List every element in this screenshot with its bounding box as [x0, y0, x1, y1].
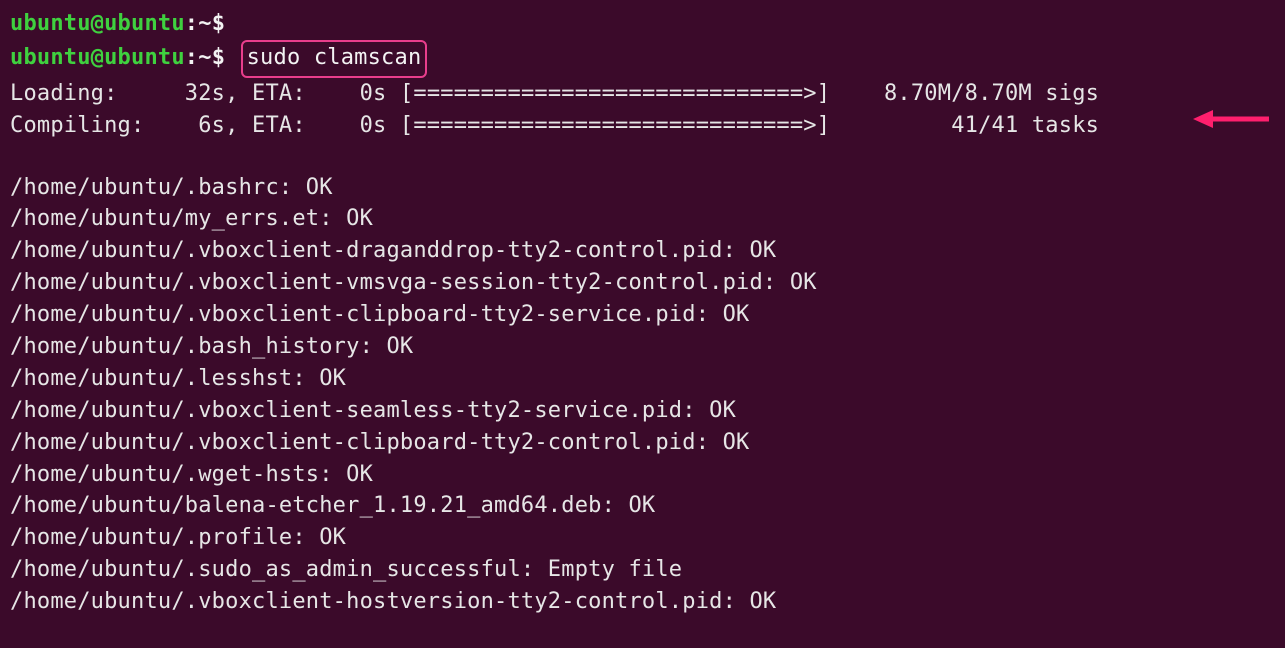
loading-row: Loading: 32s, ETA: 0s [=================…	[10, 78, 1275, 110]
compiling-status: 41/41 tasks	[951, 113, 1099, 138]
scan-result-line: /home/ubuntu/.vboxclient-hostversion-tty…	[10, 586, 1275, 618]
prompt-dollar: $	[212, 45, 225, 70]
scan-output-block: /home/ubuntu/.bashrc: OK/home/ubuntu/my_…	[10, 172, 1275, 618]
loading-eta: 0s	[360, 81, 387, 106]
scan-result-line: /home/ubuntu/balena-etcher_1.19.21_amd64…	[10, 490, 1275, 522]
scan-result-line: /home/ubuntu/.vboxclient-clipboard-tty2-…	[10, 299, 1275, 331]
prompt-colon: :	[185, 11, 198, 36]
prompt-line-command: ubuntu@ubuntu:~$ sudo clamscan	[10, 40, 1275, 78]
prompt-path: ~	[198, 45, 211, 70]
command-text[interactable]: sudo clamscan	[247, 45, 422, 70]
scan-result-line: /home/ubuntu/my_errs.et: OK	[10, 203, 1275, 235]
scan-result-line: /home/ubuntu/.lesshst: OK	[10, 363, 1275, 395]
compiling-eta-label: ETA:	[252, 113, 306, 138]
loading-elapsed: 32s	[185, 81, 225, 106]
compiling-eta: 0s	[360, 113, 387, 138]
scan-result-line: /home/ubuntu/.vboxclient-clipboard-tty2-…	[10, 427, 1275, 459]
loading-bar: [=============================>]	[400, 81, 830, 106]
loading-label: Loading:	[10, 81, 118, 106]
scan-result-line: /home/ubuntu/.bash_history: OK	[10, 331, 1275, 363]
scan-result-line: /home/ubuntu/.vboxclient-vmsvga-session-…	[10, 267, 1275, 299]
scan-result-line: /home/ubuntu/.sudo_as_admin_successful: …	[10, 554, 1275, 586]
compiling-label: Compiling:	[10, 113, 144, 138]
prompt-user-host: ubuntu@ubuntu	[10, 45, 185, 70]
compiling-bar: [=============================>]	[400, 113, 830, 138]
spacer	[10, 142, 1275, 172]
arrow-annotation-icon	[1193, 108, 1269, 130]
scan-result-line: /home/ubuntu/.profile: OK	[10, 522, 1275, 554]
prompt-dollar: $	[212, 11, 225, 36]
compiling-elapsed: 6s	[198, 113, 225, 138]
loading-status: 8.70M/8.70M sigs	[884, 81, 1099, 106]
prompt-colon: :	[185, 45, 198, 70]
loading-eta-label: ETA:	[252, 81, 306, 106]
command-highlight-box: sudo clamscan	[241, 40, 428, 78]
scan-result-line: /home/ubuntu/.wget-hsts: OK	[10, 459, 1275, 491]
prompt-path: ~	[198, 11, 211, 36]
scan-result-line: /home/ubuntu/.bashrc: OK	[10, 172, 1275, 204]
scan-result-line: /home/ubuntu/.vboxclient-seamless-tty2-s…	[10, 395, 1275, 427]
scan-result-line: /home/ubuntu/.vboxclient-draganddrop-tty…	[10, 235, 1275, 267]
prompt-user-host: ubuntu@ubuntu	[10, 11, 185, 36]
compiling-row: Compiling: 6s, ETA: 0s [================…	[10, 110, 1275, 142]
prompt-line-empty: ubuntu@ubuntu:~$	[10, 8, 1275, 40]
